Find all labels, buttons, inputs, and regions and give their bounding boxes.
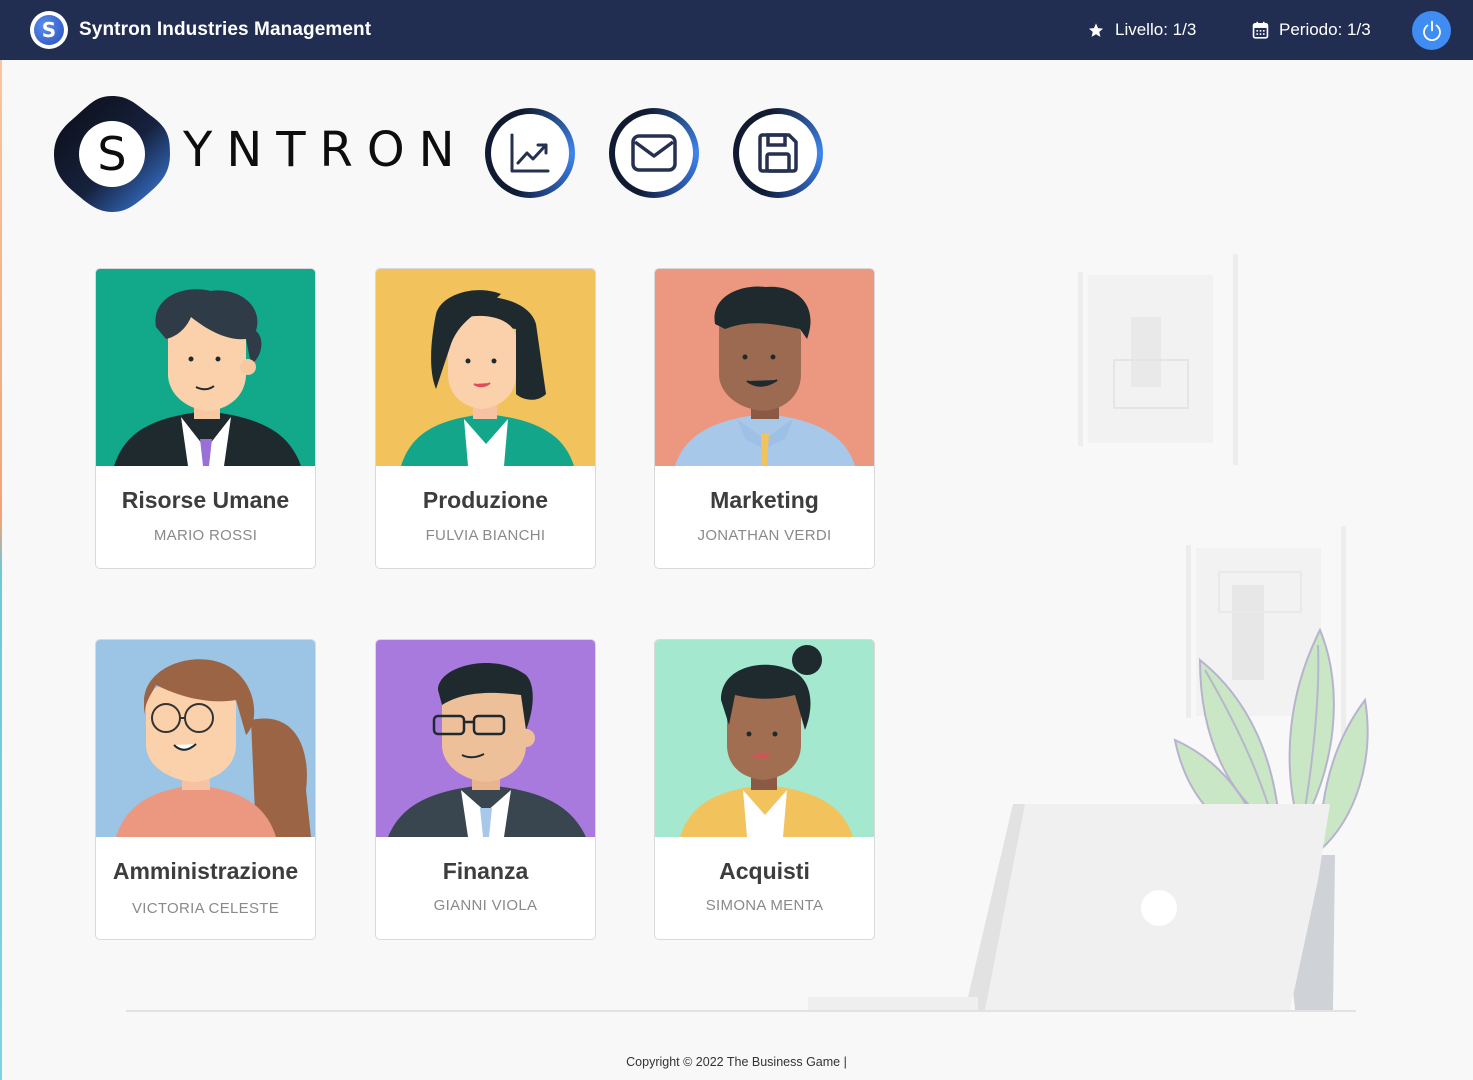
department-card-finanza[interactable]: Finanza GIANNI VIOLA <box>375 639 596 940</box>
avatar <box>655 269 874 466</box>
manager-name: FULVIA BIANCHI <box>425 527 546 544</box>
save-button[interactable] <box>733 108 823 198</box>
manager-name: VICTORIA CELESTE <box>131 900 280 917</box>
copyright-text: Copyright © 2022 The Business Game | <box>626 1055 847 1069</box>
period-text: Periodo: 1/3 <box>1279 20 1371 39</box>
chart-icon <box>510 133 550 173</box>
period-indicator: Periodo: 1/3 <box>1252 20 1371 40</box>
avatar <box>96 640 315 837</box>
avatar <box>96 269 315 466</box>
department-name: Marketing <box>710 487 819 513</box>
footer-divider <box>126 1010 1356 1012</box>
top-navbar: S Syntron Industries Management Livello:… <box>0 0 1473 60</box>
department-card-produzione[interactable]: Produzione FULVIA BIANCHI <box>375 268 596 569</box>
department-name: Finanza <box>442 858 529 884</box>
department-name: Produzione <box>422 487 549 513</box>
department-name: Risorse Umane <box>121 487 290 513</box>
avatar <box>376 640 595 837</box>
manager-name: SIMONA MENTA <box>705 897 824 914</box>
brand[interactable]: S Syntron Industries Management <box>30 11 371 49</box>
messages-button[interactable] <box>609 108 699 198</box>
level-indicator: Livello: 1/3 <box>1087 20 1196 40</box>
calendar-icon <box>1252 21 1269 39</box>
department-card-risorse-umane[interactable]: Risorse Umane MARIO ROSSI <box>95 268 316 569</box>
department-card-amministrazione[interactable]: Amministrazione VICTORIA CELESTE <box>95 639 316 940</box>
logo-wordmark: YNTRON <box>183 122 469 178</box>
save-icon <box>758 133 798 173</box>
logout-button[interactable] <box>1412 11 1451 50</box>
power-icon <box>1422 20 1441 41</box>
manager-name: MARIO ROSSI <box>153 527 258 544</box>
department-name: Acquisti <box>719 858 810 884</box>
avatar <box>655 640 874 837</box>
department-card-marketing[interactable]: Marketing JONATHAN VERDI <box>654 268 875 569</box>
statistics-button[interactable] <box>485 108 575 198</box>
mail-icon <box>631 134 677 172</box>
star-icon <box>1088 22 1104 37</box>
avatar <box>376 269 595 466</box>
level-text: Livello: 1/3 <box>1115 20 1197 39</box>
manager-name: GIANNI VIOLA <box>433 897 538 914</box>
department-name: Amministrazione <box>112 858 299 884</box>
department-card-acquisti[interactable]: Acquisti SIMONA MENTA <box>654 639 875 940</box>
manager-name: JONATHAN VERDI <box>697 527 832 544</box>
app-title: Syntron Industries Management <box>79 19 372 40</box>
brand-logo-icon: S <box>30 11 68 49</box>
svg-text:S: S <box>97 127 126 181</box>
